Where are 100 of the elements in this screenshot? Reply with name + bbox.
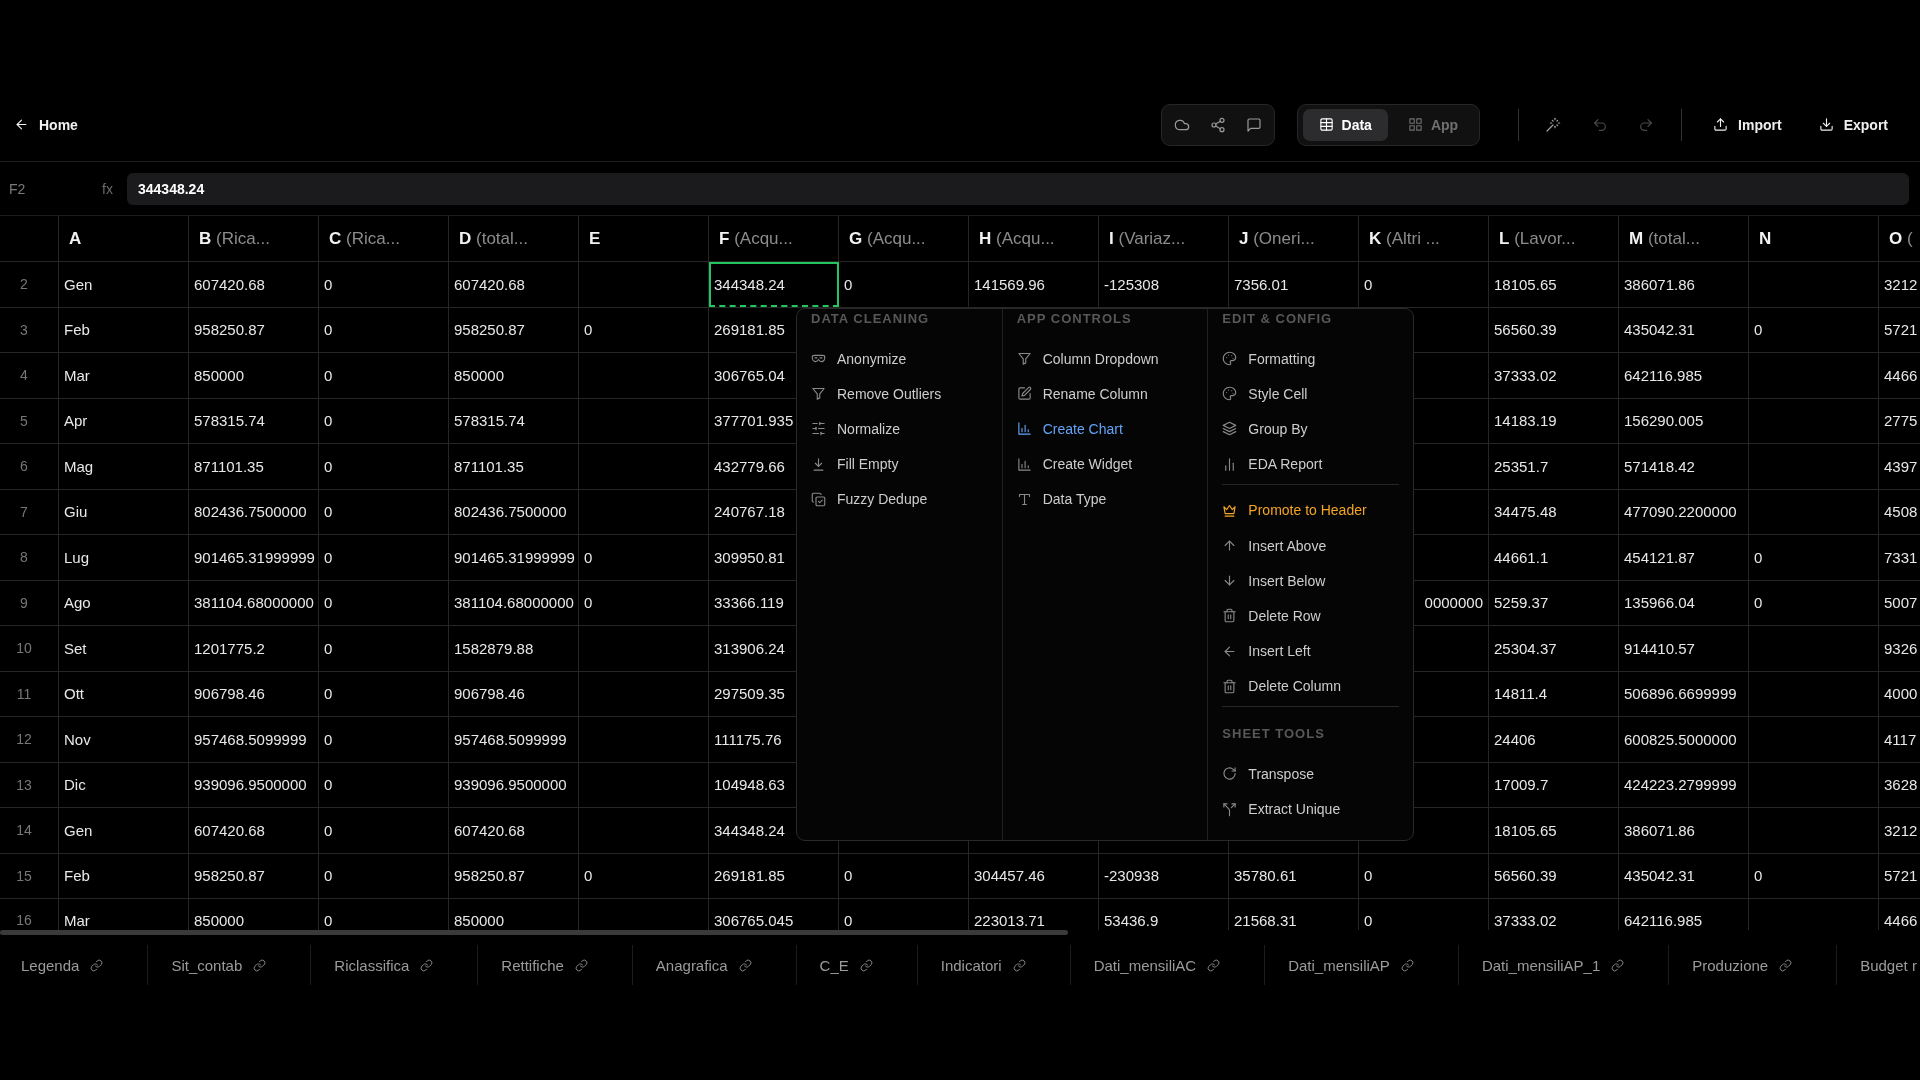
home-link[interactable]: Home [14, 116, 78, 133]
table-cell[interactable]: 5721 [1879, 307, 1920, 352]
column-header[interactable]: N [1749, 216, 1879, 261]
table-cell[interactable]: 111175.76 [714, 717, 782, 762]
table-cell[interactable]: 435042.31 [1619, 853, 1749, 898]
table-cell[interactable]: 424223.2799999 [1619, 762, 1749, 807]
table-cell[interactable]: 906798.46 [189, 671, 319, 716]
table-cell[interactable]: 0000000 [1424, 580, 1483, 625]
table-cell[interactable]: 435042.31 [1619, 307, 1749, 352]
table-cell[interactable]: 2775 [1879, 398, 1920, 443]
import-button[interactable]: Import [1703, 107, 1792, 142]
table-cell[interactable]: 850000 [189, 353, 319, 398]
menu-item[interactable]: Insert Below [1222, 563, 1399, 599]
share-icon[interactable] [1209, 116, 1226, 133]
table-cell[interactable]: 53436.9 [1099, 899, 1229, 930]
table-cell[interactable]: 313906.24 [714, 626, 785, 671]
table-cell[interactable]: 477090.2200000 [1619, 489, 1749, 534]
table-cell[interactable]: 0 [579, 853, 709, 898]
table-cell[interactable]: 850000 [449, 353, 579, 398]
menu-item[interactable]: Transpose [1222, 756, 1399, 792]
menu-item[interactable]: Style Cell [1222, 376, 1399, 412]
table-cell[interactable]: 642116.985 [1619, 353, 1749, 398]
table-cell[interactable]: 37333.02 [1489, 899, 1619, 930]
sheet-tab[interactable]: Produzione [1668, 945, 1837, 985]
table-cell[interactable]: 802436.7500000 [189, 489, 319, 534]
table-cell[interactable]: 0 [319, 444, 449, 489]
table-cell[interactable]: 901465.31999999 [449, 535, 579, 580]
table-cell[interactable]: 600825.5000000 [1619, 717, 1749, 762]
menu-item[interactable]: Insert Above [1222, 527, 1399, 564]
table-cell[interactable]: 4466 [1879, 899, 1920, 930]
table-cell[interactable]: 381104.68000000 [189, 580, 319, 625]
table-cell[interactable]: 506896.6699999 [1619, 671, 1749, 716]
column-header[interactable]: F (Acqu... [709, 216, 839, 261]
table-cell[interactable]: 0 [579, 535, 709, 580]
table-cell[interactable]: 56560.39 [1489, 307, 1619, 352]
table-cell[interactable]: 0 [1359, 853, 1489, 898]
table-cell[interactable]: 9326 [1879, 626, 1920, 671]
table-cell[interactable]: 33366.119 [714, 580, 784, 625]
table-cell[interactable]: 21568.31 [1229, 899, 1359, 930]
table-cell[interactable]: 958250.87 [449, 307, 579, 352]
column-header[interactable]: O ( [1879, 216, 1920, 261]
menu-item[interactable]: Delete Column [1222, 668, 1399, 704]
table-cell[interactable]: 3628 [1879, 762, 1920, 807]
magic-wand-icon[interactable] [1545, 116, 1562, 133]
table-cell[interactable]: 3212 [1879, 262, 1920, 307]
table-cell[interactable]: 958250.87 [189, 853, 319, 898]
table-cell[interactable]: 240767.18 [714, 489, 785, 534]
table-cell[interactable]: 18105.65 [1489, 808, 1619, 853]
table-cell[interactable]: 578315.74 [189, 398, 319, 443]
sheet-tab[interactable]: Indicatori [916, 945, 1070, 985]
table-cell[interactable]: Dic [59, 762, 189, 807]
table-cell[interactable]: 607420.68 [189, 262, 319, 307]
table-cell[interactable]: 17009.7 [1489, 762, 1619, 807]
table-cell[interactable]: Nov [59, 717, 189, 762]
menu-item[interactable]: Normalize [811, 411, 988, 447]
table-cell[interactable]: 5259.37 [1489, 580, 1619, 625]
table-cell[interactable]: 0 [319, 626, 449, 671]
table-cell[interactable]: Gen [59, 262, 189, 307]
table-cell[interactable]: 377701.935 [714, 398, 794, 443]
table-cell[interactable]: 871101.35 [449, 444, 579, 489]
menu-item[interactable]: Formatting [1222, 341, 1399, 377]
column-header[interactable]: D (total... [449, 216, 579, 261]
menu-item[interactable]: Rename Column [1016, 376, 1194, 412]
table-cell[interactable]: Mar [59, 353, 189, 398]
table-cell[interactable]: 0 [319, 671, 449, 716]
column-header[interactable]: G (Acqu... [839, 216, 969, 261]
table-cell[interactable]: -230938 [1099, 853, 1229, 898]
table-cell[interactable]: 297509.35 [714, 671, 785, 716]
menu-item[interactable]: Fuzzy Dedupe [811, 481, 988, 517]
table-cell[interactable]: 0 [579, 307, 709, 352]
table-cell[interactable]: Lug [59, 535, 189, 580]
table-cell[interactable]: 4117 [1879, 717, 1920, 762]
sheet-tab[interactable]: Riclassifica [310, 945, 478, 985]
table-cell[interactable]: 304457.46 [969, 853, 1099, 898]
table-cell[interactable]: 1582879.88 [449, 626, 579, 671]
table-cell[interactable]: 4508 [1879, 489, 1920, 534]
table-cell[interactable]: 7331 [1879, 535, 1920, 580]
column-header[interactable]: I (Variaz... [1099, 216, 1229, 261]
table-cell[interactable]: 901465.31999999 [189, 535, 319, 580]
formula-input[interactable]: 344348.24 [127, 172, 1909, 205]
table-cell[interactable]: 14811.4 [1489, 671, 1619, 716]
table-cell[interactable]: 25304.37 [1489, 626, 1619, 671]
menu-item[interactable]: Column Dropdown [1016, 341, 1194, 377]
table-cell[interactable]: 642116.985 [1619, 899, 1749, 930]
table-cell[interactable]: 571418.42 [1619, 444, 1749, 489]
table-cell[interactable]: 386071.86 [1619, 808, 1749, 853]
menu-item[interactable]: Delete Row [1222, 598, 1399, 634]
table-cell[interactable]: 0 [839, 853, 969, 898]
table-cell[interactable]: 14183.19 [1489, 398, 1619, 443]
table-cell[interactable]: 0 [319, 398, 449, 443]
comment-icon[interactable] [1245, 116, 1262, 133]
scrollbar-thumb[interactable] [0, 930, 1068, 935]
table-cell[interactable]: 432779.66 [714, 444, 785, 489]
column-header[interactable]: H (Acqu... [969, 216, 1099, 261]
column-header[interactable]: L (Lavor... [1489, 216, 1619, 261]
column-header[interactable]: J (Oneri... [1229, 216, 1359, 261]
sheet-tab[interactable]: Legenda [0, 945, 148, 985]
table-cell[interactable]: Feb [59, 853, 189, 898]
table-cell[interactable]: 37333.02 [1489, 353, 1619, 398]
table-cell[interactable]: 957468.5099999 [189, 717, 319, 762]
